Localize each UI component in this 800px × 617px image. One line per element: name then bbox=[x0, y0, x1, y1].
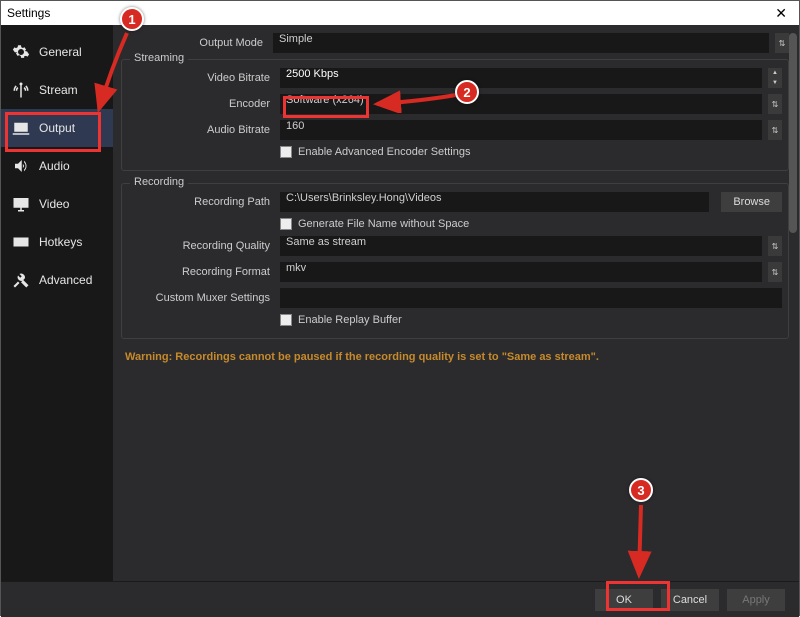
sidebar: General Stream Output Audio Video Hotkey… bbox=[1, 25, 113, 581]
checkbox-box[interactable] bbox=[280, 314, 292, 326]
gen-name-checkbox[interactable]: Generate File Name without Space bbox=[280, 218, 469, 230]
recording-format-select[interactable]: mkv bbox=[280, 262, 762, 282]
custom-muxer-label: Custom Muxer Settings bbox=[128, 292, 280, 304]
output-mode-label: Output Mode bbox=[121, 37, 273, 49]
recording-quality-select[interactable]: Same as stream bbox=[280, 236, 762, 256]
recording-quality-label: Recording Quality bbox=[128, 240, 280, 252]
encoder-label: Encoder bbox=[128, 98, 280, 110]
ok-button[interactable]: OK bbox=[595, 589, 653, 611]
recording-group-title: Recording bbox=[130, 176, 188, 188]
sidebar-item-advanced[interactable]: Advanced bbox=[1, 261, 113, 299]
enable-replay-checkbox[interactable]: Enable Replay Buffer bbox=[280, 314, 402, 326]
chevron-updown-icon[interactable]: ⇅ bbox=[768, 236, 782, 256]
sidebar-item-stream[interactable]: Stream bbox=[1, 71, 113, 109]
chevron-updown-icon[interactable]: ⇅ bbox=[768, 262, 782, 282]
speaker-icon bbox=[11, 156, 31, 176]
video-bitrate-input[interactable]: 2500 Kbps bbox=[280, 68, 762, 88]
sidebar-item-label: Stream bbox=[39, 83, 78, 97]
checkbox-box[interactable] bbox=[280, 146, 292, 158]
monitor-icon bbox=[11, 194, 31, 214]
sidebar-item-label: Advanced bbox=[39, 273, 92, 287]
close-icon[interactable]: ✕ bbox=[769, 5, 793, 22]
sidebar-item-output[interactable]: Output bbox=[1, 109, 113, 147]
output-icon bbox=[11, 118, 31, 138]
chevron-updown-icon[interactable]: ⇅ bbox=[775, 33, 789, 53]
warning-text: Warning: Recordings cannot be paused if … bbox=[125, 351, 785, 363]
keyboard-icon bbox=[11, 232, 31, 252]
recording-format-label: Recording Format bbox=[128, 266, 280, 278]
sidebar-item-hotkeys[interactable]: Hotkeys bbox=[1, 223, 113, 261]
custom-muxer-input[interactable] bbox=[280, 288, 782, 308]
window-body: General Stream Output Audio Video Hotkey… bbox=[1, 25, 799, 581]
recording-group: Recording Recording Path C:\Users\Brinks… bbox=[121, 183, 789, 339]
apply-button: Apply bbox=[727, 589, 785, 611]
enable-replay-label: Enable Replay Buffer bbox=[298, 314, 402, 326]
recording-path-label: Recording Path bbox=[128, 196, 280, 208]
enable-advanced-checkbox[interactable]: Enable Advanced Encoder Settings bbox=[280, 146, 470, 158]
cancel-button[interactable]: Cancel bbox=[661, 589, 719, 611]
sidebar-item-general[interactable]: General bbox=[1, 33, 113, 71]
scrollbar-thumb[interactable] bbox=[789, 33, 797, 233]
output-mode-select[interactable]: Simple bbox=[273, 33, 769, 53]
streaming-group-title: Streaming bbox=[130, 52, 188, 64]
checkbox-box[interactable] bbox=[280, 218, 292, 230]
output-mode-row: Output Mode Simple ⇅ bbox=[121, 33, 789, 53]
video-bitrate-label: Video Bitrate bbox=[128, 72, 280, 84]
annotation-badge-1: 1 bbox=[120, 7, 144, 31]
sidebar-item-label: Hotkeys bbox=[39, 235, 82, 249]
recording-path-input[interactable]: C:\Users\Brinksley.Hong\Videos bbox=[280, 192, 709, 212]
gen-name-label: Generate File Name without Space bbox=[298, 218, 469, 230]
encoder-select[interactable]: Software (x264) bbox=[280, 94, 762, 114]
bottom-bar: OK Cancel Apply bbox=[1, 581, 799, 617]
sidebar-item-audio[interactable]: Audio bbox=[1, 147, 113, 185]
enable-advanced-label: Enable Advanced Encoder Settings bbox=[298, 146, 470, 158]
audio-bitrate-select[interactable]: 160 bbox=[280, 120, 762, 140]
browse-button[interactable]: Browse bbox=[721, 192, 782, 212]
video-bitrate-spinner[interactable]: ▲▼ bbox=[768, 68, 782, 88]
content-area: Output Mode Simple ⇅ Streaming Video Bit… bbox=[113, 25, 799, 581]
sidebar-item-label: General bbox=[39, 45, 82, 59]
streaming-group: Streaming Video Bitrate 2500 Kbps ▲▼ Enc… bbox=[121, 59, 789, 171]
audio-bitrate-label: Audio Bitrate bbox=[128, 124, 280, 136]
antenna-icon bbox=[11, 80, 31, 100]
sidebar-item-label: Output bbox=[39, 121, 75, 135]
sidebar-item-label: Video bbox=[39, 197, 69, 211]
annotation-badge-3: 3 bbox=[629, 478, 653, 502]
window-title: Settings bbox=[7, 6, 50, 20]
tools-icon bbox=[11, 270, 31, 290]
sidebar-item-video[interactable]: Video bbox=[1, 185, 113, 223]
annotation-badge-2: 2 bbox=[455, 80, 479, 104]
sidebar-item-label: Audio bbox=[39, 159, 70, 173]
chevron-updown-icon[interactable]: ⇅ bbox=[768, 120, 782, 140]
chevron-updown-icon[interactable]: ⇅ bbox=[768, 94, 782, 114]
settings-window: Settings ✕ General Stream Output Audio bbox=[0, 0, 800, 616]
gear-icon bbox=[11, 42, 31, 62]
